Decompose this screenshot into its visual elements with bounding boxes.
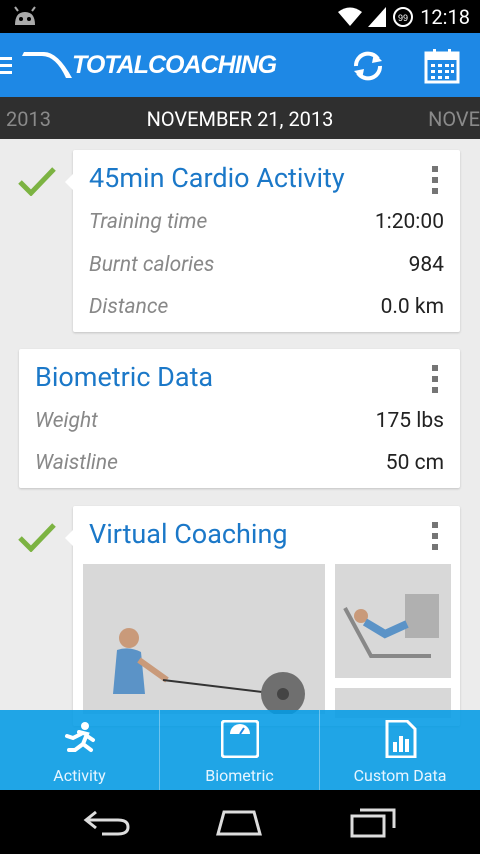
virtual-coaching-card[interactable]: Virtual Coaching [65,506,460,726]
stat-row-training-time: Training time 1:20:00 [89,210,444,234]
overflow-menu-icon[interactable] [432,522,438,550]
logo-swoosh-icon [22,52,72,78]
scale-icon [220,720,259,758]
completed-check-icon [18,167,56,196]
current-date: NOVEMBER 21, 2013 [146,107,334,131]
tab-custom-data[interactable]: Custom Data [320,710,480,790]
calendar-icon[interactable] [422,48,462,84]
card-title: Biometric Data [35,361,214,393]
card-pointer [65,174,73,190]
stat-row-weight: Weight 175 lbs [35,409,444,433]
home-icon[interactable] [214,806,264,838]
stat-row-distance: Distance 0.0 km [89,295,444,319]
clock: 12:18 [420,5,470,29]
document-chart-icon [385,720,417,758]
android-icon [14,6,36,25]
action-bar: TOTALCOACHING [0,33,480,97]
battery-icon: 99 [393,7,414,27]
svg-text:99: 99 [398,13,408,23]
wifi-icon [338,7,363,26]
back-icon[interactable] [82,806,132,838]
running-person-icon [64,722,95,752]
prev-date[interactable]: 2013 [6,107,51,131]
signal-icon [368,7,387,27]
drawer-menu-icon[interactable] [0,55,14,75]
status-bar: 99 12:18 [0,0,480,33]
stat-row-burnt-calories: Burnt calories 984 [89,253,444,277]
next-date[interactable]: NOVE [428,107,480,131]
exercise-image-leg-press[interactable] [335,564,451,678]
cardio-activity-card[interactable]: 45min Cardio Activity Training time 1:20:… [65,150,460,332]
card-title: Virtual Coaching [89,518,288,550]
exercise-image-rowing[interactable] [83,564,325,716]
date-pager[interactable]: NOVEMBER 21, 2013 2013 NOVE [0,97,480,139]
biometric-data-card[interactable]: Biometric Data Weight 175 lbs Waistline 50… [19,349,460,488]
card-title: 45min Cardio Activity [89,162,345,194]
completed-check-icon [18,523,56,552]
app-logo[interactable]: TOTALCOACHING [22,48,277,84]
overflow-menu-icon[interactable] [432,166,438,194]
system-nav-bar [0,790,480,854]
recent-apps-icon[interactable] [348,806,398,838]
tab-biometric[interactable]: Biometric [160,710,319,790]
sync-icon[interactable] [348,49,388,83]
bottom-navigation: Activity Biometric Custom Data [0,710,480,790]
card-pointer [65,530,73,546]
stat-row-waistline: Waistline 50 cm [35,451,444,475]
tab-activity[interactable]: Activity [0,710,159,790]
overflow-menu-icon[interactable] [432,365,438,393]
